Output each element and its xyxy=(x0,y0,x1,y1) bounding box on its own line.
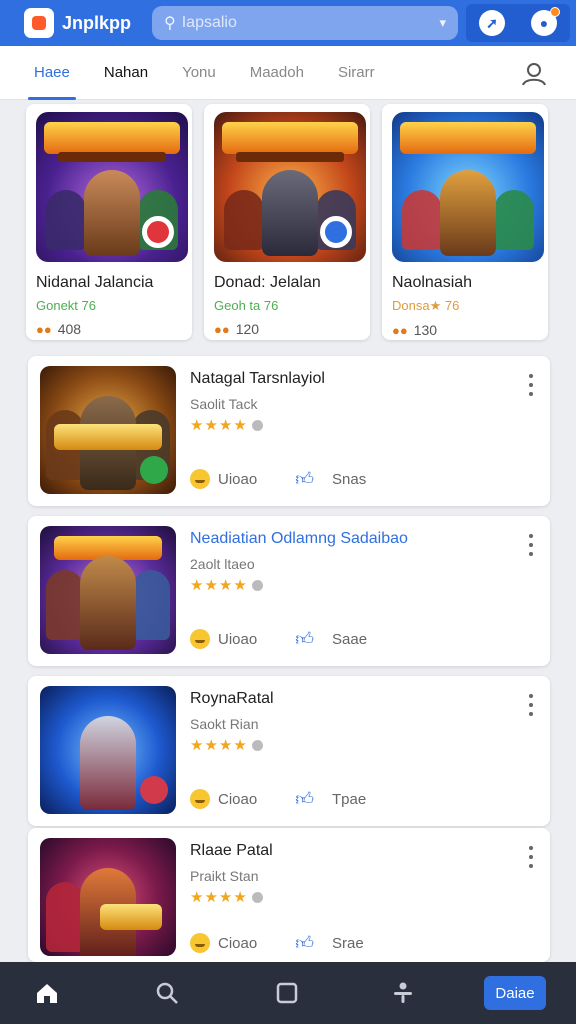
featured-carousel: Nidanal Jalancia Gonekt 76 ●● 408 Donad: … xyxy=(26,104,550,340)
game-thumbnail xyxy=(40,366,176,494)
tab-bar: Haee Nahan Yonu Maadoh Sirarr xyxy=(0,46,576,100)
search-placeholder: Iapsalio xyxy=(181,14,237,31)
featured-card[interactable]: Donad: Jelalan Geoh ta 76 ●● 120 xyxy=(204,104,370,340)
notifications-icon[interactable]: ● xyxy=(531,7,560,36)
list-item[interactable]: Natagal Tarsnlayiol Saolit Tack ★★★★ Uio… xyxy=(28,356,550,506)
chevron-down-icon[interactable]: ▾ xyxy=(439,15,446,31)
more-options-icon[interactable] xyxy=(528,374,534,396)
title-banner xyxy=(100,904,162,930)
tab-3[interactable]: Yonu xyxy=(170,46,228,100)
search-nav-icon[interactable] xyxy=(154,980,180,1006)
game-subtitle: Saolit Tack xyxy=(190,396,258,412)
rating-stars: ★★★★ xyxy=(190,888,263,906)
cta-button[interactable]: Daiae xyxy=(484,976,546,1010)
rating-stars: ★★★★ xyxy=(190,736,263,754)
search-icon: ⚲ xyxy=(164,15,176,32)
players-icon: ●● xyxy=(214,321,230,337)
game-thumbnail xyxy=(36,112,188,262)
game-thumbnail xyxy=(214,112,366,262)
rating-stars: ★★★★ xyxy=(190,576,263,594)
reaction-icon[interactable] xyxy=(190,469,210,489)
bottom-navigation: Daiae xyxy=(0,962,576,1024)
notification-badge xyxy=(550,7,560,17)
profile-icon[interactable] xyxy=(520,60,548,88)
reaction-label[interactable]: Cioao xyxy=(218,935,257,952)
game-subtitle: Saokt Rian xyxy=(190,716,259,732)
title-banner xyxy=(54,424,162,450)
game-title: RoynaRatal xyxy=(190,690,274,707)
library-icon[interactable] xyxy=(274,980,300,1006)
tab-5[interactable]: Sirarr xyxy=(326,46,387,100)
game-thumbnail xyxy=(40,686,176,814)
tab-home[interactable]: Haee xyxy=(22,46,82,100)
game-subtitle: Gonekt 76 xyxy=(36,298,96,313)
search-input[interactable]: ⚲ Iapsalio ▾ xyxy=(152,6,458,40)
game-title: Natagal Tarsnlayiol xyxy=(190,370,325,387)
thumbs-up-icon[interactable]: 👍︎ xyxy=(295,468,314,490)
share-label[interactable]: Srae xyxy=(332,935,364,952)
header-actions: ➚ ● xyxy=(466,4,570,42)
game-subtitle: 2aolt ltaeo xyxy=(190,556,255,572)
title-banner xyxy=(400,122,536,154)
player-count: 120 xyxy=(235,321,260,337)
tab-4[interactable]: Maadoh xyxy=(238,46,316,100)
thumbs-up-icon[interactable]: 👍︎ xyxy=(295,628,314,650)
players-icon: ●● xyxy=(36,321,52,337)
players-icon: ●● xyxy=(392,322,408,338)
game-title: Nidanal Jalancia xyxy=(36,274,154,291)
reaction-icon[interactable] xyxy=(190,629,210,649)
rating-stars: ★★★★ xyxy=(190,416,263,434)
game-thumbnail xyxy=(392,112,544,262)
explore-icon[interactable]: ➚ xyxy=(479,10,505,36)
app-logo-icon[interactable] xyxy=(24,8,54,38)
player-count: 130 xyxy=(413,322,438,338)
game-title: Rlaae Patal xyxy=(190,842,273,859)
share-label[interactable]: Snas xyxy=(332,471,366,488)
reaction-icon[interactable] xyxy=(190,933,210,953)
home-icon[interactable] xyxy=(34,980,60,1006)
game-thumbnail xyxy=(40,838,176,956)
game-subtitle: Geoh ta 76 xyxy=(214,298,279,313)
game-subtitle: Praikt Stan xyxy=(190,868,259,884)
thumbs-up-icon[interactable]: 👍︎ xyxy=(295,932,314,954)
player-count: 408 xyxy=(57,321,82,337)
game-title: Neadiatian Odlamng Sadaibao xyxy=(190,530,408,547)
reaction-label[interactable]: Cioao xyxy=(218,791,257,808)
title-banner xyxy=(222,122,358,154)
title-banner xyxy=(44,122,180,154)
more-options-icon[interactable] xyxy=(528,694,534,716)
game-title: Naolnasiah xyxy=(392,274,473,291)
featured-card[interactable]: Nidanal Jalancia Gonekt 76 ●● 408 xyxy=(26,104,192,340)
community-icon[interactable] xyxy=(390,980,416,1006)
app-title: Jnplkpp xyxy=(62,12,132,33)
game-title: Donad: Jelalan xyxy=(214,274,321,291)
list-item[interactable]: RoynaRatal Saokt Rian ★★★★ Cioao 👍︎ Tpae xyxy=(28,676,550,826)
game-subtitle: Donsa★ 76 xyxy=(392,298,460,313)
top-app-bar: Jnplkpp ⚲ Iapsalio ▾ ➚ ● xyxy=(0,0,576,46)
list-item[interactable]: Neadiatian Odlamng Sadaibao 2aolt ltaeo … xyxy=(28,516,550,666)
more-options-icon[interactable] xyxy=(528,846,534,868)
share-label[interactable]: Saae xyxy=(332,631,367,648)
tab-2[interactable]: Nahan xyxy=(92,46,160,100)
thumbs-up-icon[interactable]: 👍︎ xyxy=(295,788,314,810)
reaction-icon[interactable] xyxy=(190,789,210,809)
reaction-label[interactable]: Uioao xyxy=(218,631,257,648)
reaction-label[interactable]: Uioao xyxy=(218,471,257,488)
share-label[interactable]: Tpae xyxy=(332,791,366,808)
game-thumbnail xyxy=(40,526,176,654)
more-options-icon[interactable] xyxy=(528,534,534,556)
list-item[interactable]: Rlaae Patal Praikt Stan ★★★★ Cioao 👍︎ Sr… xyxy=(28,828,550,962)
featured-card[interactable]: Naolnasiah Donsa★ 76 ●● 130 xyxy=(382,104,548,340)
